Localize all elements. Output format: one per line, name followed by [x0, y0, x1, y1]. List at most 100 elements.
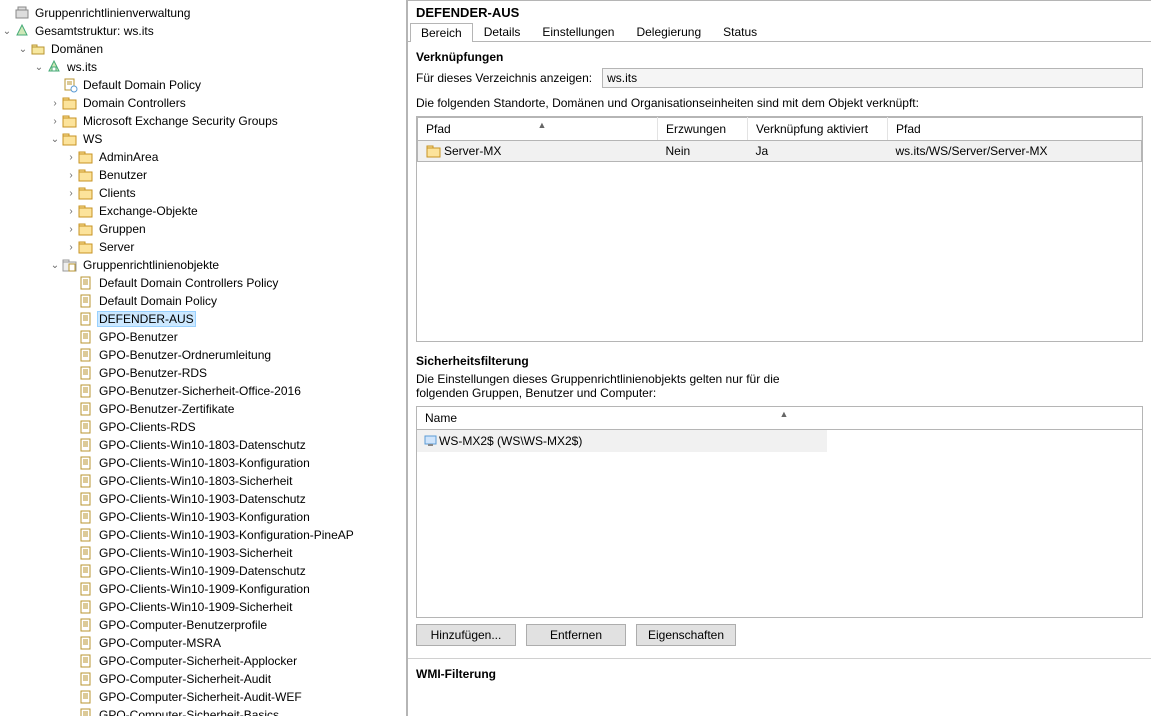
ou-icon — [78, 239, 94, 255]
tree-ou-server[interactable]: ›Server — [0, 238, 406, 256]
chevron-icon[interactable]: › — [64, 188, 78, 199]
props-button[interactable]: Eigenschaften — [636, 624, 736, 646]
scroll-icon — [78, 653, 94, 669]
tree-gpo-gpo-benutzer-sicherheit-office-2016[interactable]: GPO-Benutzer-Sicherheit-Office-2016 — [0, 382, 406, 400]
links-table-container[interactable]: Pfad▲ErzwungenVerknüpfung aktiviertPfad … — [416, 116, 1143, 342]
location-dropdown[interactable] — [602, 68, 1143, 88]
ou-icon — [62, 113, 78, 129]
tree-ou-exchange-objekte[interactable]: ›Exchange-Objekte — [0, 202, 406, 220]
tree-gpo-gpo-computer-sicherheit-audit-wef[interactable]: GPO-Computer-Sicherheit-Audit-WEF — [0, 688, 406, 706]
tree-root-node[interactable]: Gruppenrichtlinienverwaltung — [0, 4, 406, 22]
tree-forest[interactable]: ⌄Gesamtstruktur: ws.its — [0, 22, 406, 40]
tab-details[interactable]: Details — [473, 22, 532, 41]
tree-gpo-gpo-clients-win10-1909-konfiguration[interactable]: GPO-Clients-Win10-1909-Konfiguration — [0, 580, 406, 598]
scroll-icon — [78, 455, 94, 471]
scroll-icon — [78, 383, 94, 399]
tree-gpo-gpo-clients-win10-1803-datenschutz[interactable]: GPO-Clients-Win10-1803-Datenschutz — [0, 436, 406, 454]
tree-gpo-defender-aus[interactable]: DEFENDER-AUS — [0, 310, 406, 328]
chevron-icon[interactable]: › — [64, 170, 78, 181]
forest-icon — [14, 23, 30, 39]
tree-gpo-gpo-computer-benutzerprofile[interactable]: GPO-Computer-Benutzerprofile — [0, 616, 406, 634]
links-col-3[interactable]: Pfad — [888, 118, 1142, 141]
domains-icon — [30, 41, 46, 57]
chevron-icon[interactable]: › — [48, 116, 62, 127]
tab-row: BereichDetailsEinstellungenDelegierungSt… — [408, 22, 1151, 42]
scroll-icon — [78, 527, 94, 543]
tree-gpo-gpo-computer-msra[interactable]: GPO-Computer-MSRA — [0, 634, 406, 652]
tree-panel[interactable]: Gruppenrichtlinienverwaltung⌄Gesamtstruk… — [0, 0, 408, 716]
tree-gpo-gpo-benutzer-zertifikate[interactable]: GPO-Benutzer-Zertifikate — [0, 400, 406, 418]
filter-section: Sicherheitsfilterung Die Einstellungen d… — [408, 346, 1151, 656]
chevron-icon[interactable]: ⌄ — [48, 134, 62, 145]
chevron-icon[interactable]: › — [64, 152, 78, 163]
tree-default-domain-policy[interactable]: Default Domain Policy — [0, 76, 406, 94]
tree-domain-controllers[interactable]: ›Domain Controllers — [0, 94, 406, 112]
scroll-icon — [78, 311, 94, 327]
scroll-icon — [78, 437, 94, 453]
chevron-icon[interactable]: › — [64, 242, 78, 253]
tree-gpo-gpo-clients-win10-1903-sicherheit[interactable]: GPO-Clients-Win10-1903-Sicherheit — [0, 544, 406, 562]
chevron-icon[interactable]: ⌄ — [48, 260, 62, 271]
links-col-0[interactable]: Pfad▲ — [418, 118, 658, 141]
scroll-icon — [78, 347, 94, 363]
filter-col-name[interactable]: Name — [425, 411, 457, 425]
tab-bereich[interactable]: Bereich — [410, 23, 473, 42]
links-col-2[interactable]: Verknüpfung aktiviert — [748, 118, 888, 141]
computer-icon — [423, 433, 439, 449]
tree-gpo-default domain policy[interactable]: Default Domain Policy — [0, 292, 406, 310]
scroll-icon — [78, 599, 94, 615]
tree-gpo-gpo-benutzer-rds[interactable]: GPO-Benutzer-RDS — [0, 364, 406, 382]
tree-gpo-gpo-computer-sicherheit-audit[interactable]: GPO-Computer-Sicherheit-Audit — [0, 670, 406, 688]
tree-gpo-gpo-clients-win10-1909-sicherheit[interactable]: GPO-Clients-Win10-1909-Sicherheit — [0, 598, 406, 616]
links-col-1[interactable]: Erzwungen — [658, 118, 748, 141]
link-icon — [62, 77, 78, 93]
chevron-icon[interactable]: › — [48, 98, 62, 109]
tree-gpo-container[interactable]: ⌄Gruppenrichtlinienobjekte — [0, 256, 406, 274]
tree-gpo-gpo-clients-win10-1909-datenschutz[interactable]: GPO-Clients-Win10-1909-Datenschutz — [0, 562, 406, 580]
filter-list[interactable]: Name ▲ WS-MX2$ (WS\WS-MX2$) — [416, 406, 1143, 618]
tab-einstellungen[interactable]: Einstellungen — [531, 22, 625, 41]
tab-status[interactable]: Status — [712, 22, 768, 41]
tree-domain[interactable]: ⌄ws.its — [0, 58, 406, 76]
tree-gpo-gpo-computer-sicherheit-applocker[interactable]: GPO-Computer-Sicherheit-Applocker — [0, 652, 406, 670]
scroll-icon — [78, 617, 94, 633]
tree-gpo-default domain controllers policy[interactable]: Default Domain Controllers Policy — [0, 274, 406, 292]
tree-gpo-gpo-benutzer[interactable]: GPO-Benutzer — [0, 328, 406, 346]
tree-gpo-gpo-clients-win10-1903-konfiguration-pineap[interactable]: GPO-Clients-Win10-1903-Konfiguration-Pin… — [0, 526, 406, 544]
links-desc: Die folgenden Standorte, Domänen und Org… — [416, 96, 1143, 110]
tree-ou-clients[interactable]: ›Clients — [0, 184, 406, 202]
remove-button[interactable]: Entfernen — [526, 624, 626, 646]
detail-panel: DEFENDER-AUS BereichDetailsEinstellungen… — [408, 0, 1151, 716]
chevron-icon[interactable]: ⌄ — [32, 62, 46, 73]
tree-gpo-gpo-clients-win10-1903-konfiguration[interactable]: GPO-Clients-Win10-1903-Konfiguration — [0, 508, 406, 526]
tree-gpo-gpo-clients-win10-1803-sicherheit[interactable]: GPO-Clients-Win10-1803-Sicherheit — [0, 472, 406, 490]
scroll-icon — [78, 545, 94, 561]
tree-domains[interactable]: ⌄Domänen — [0, 40, 406, 58]
tree-gpo-gpo-clients-win10-1903-datenschutz[interactable]: GPO-Clients-Win10-1903-Datenschutz — [0, 490, 406, 508]
chevron-icon[interactable]: ⌄ — [16, 44, 30, 55]
add-button[interactable]: Hinzufügen... — [416, 624, 516, 646]
tree-ou-gruppen[interactable]: ›Gruppen — [0, 220, 406, 238]
tree-gpo-gpo-computer-sicherheit-basics[interactable]: GPO-Computer-Sicherheit-Basics — [0, 706, 406, 716]
tree-ws[interactable]: ⌄WS — [0, 130, 406, 148]
tree-gpo-gpo-clients-rds[interactable]: GPO-Clients-RDS — [0, 418, 406, 436]
link-row[interactable]: Server-MXNeinJaws.its/WS/Server/Server-M… — [418, 141, 1142, 162]
scroll-icon — [78, 491, 94, 507]
tree-ou-adminarea[interactable]: ›AdminArea — [0, 148, 406, 166]
tree-ou-benutzer[interactable]: ›Benutzer — [0, 166, 406, 184]
tab-delegierung[interactable]: Delegierung — [625, 22, 712, 41]
ou-icon — [426, 143, 442, 159]
ou-icon — [78, 185, 94, 201]
root-icon — [14, 5, 30, 21]
chevron-icon[interactable]: › — [64, 206, 78, 217]
tree-gpo-gpo-clients-win10-1803-konfiguration[interactable]: GPO-Clients-Win10-1803-Konfiguration — [0, 454, 406, 472]
tree-microsoft-exchange-security-groups[interactable]: ›Microsoft Exchange Security Groups — [0, 112, 406, 130]
filter-row[interactable]: WS-MX2$ (WS\WS-MX2$) — [417, 430, 827, 452]
gpo-title: DEFENDER-AUS — [408, 1, 1151, 22]
tree-gpo-gpo-benutzer-ordnerumleitung[interactable]: GPO-Benutzer-Ordnerumleitung — [0, 346, 406, 364]
scroll-icon — [78, 419, 94, 435]
scroll-icon — [78, 635, 94, 651]
chevron-icon[interactable]: ⌄ — [0, 26, 14, 37]
chevron-icon[interactable]: › — [64, 224, 78, 235]
scroll-icon — [78, 275, 94, 291]
